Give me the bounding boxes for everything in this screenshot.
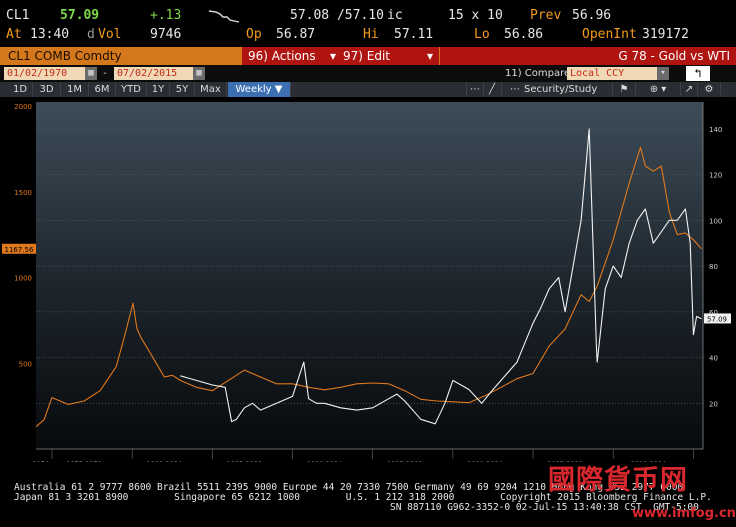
right-last-value-label: 57.09 xyxy=(707,315,727,323)
edit-menu-button[interactable]: 97) Edit ▾ xyxy=(337,47,439,65)
right-axis-tick-label: 100 xyxy=(709,217,722,225)
bid-ask: 57.08 /57.10 xyxy=(290,8,384,23)
range-1d[interactable]: 1D xyxy=(8,82,33,97)
quote-header-row-1: CL1 57.09 +.13 57.08 /57.10 ic 15 x 10 P… xyxy=(0,8,736,24)
edit-label: 97) Edit xyxy=(343,49,391,63)
calendar-icon[interactable]: ▦ xyxy=(193,67,205,80)
dropdown-arrow-icon: ▾ xyxy=(329,49,336,63)
right-axis-tick-label: 20 xyxy=(709,400,718,408)
gold-vs-wti-chart: 2040608010012014050010001500200019741975… xyxy=(0,97,736,468)
watermark-url: www.imfog.cn xyxy=(632,506,736,521)
low-price: 56.86 xyxy=(504,27,544,42)
d-label: d xyxy=(87,27,95,42)
left-axis-tick-label: 500 xyxy=(19,360,32,368)
left-axis-tick-label: 2000 xyxy=(14,103,32,111)
high-price: 57.11 xyxy=(394,27,434,42)
range-3d[interactable]: 3D xyxy=(33,82,61,97)
sparkline-icon xyxy=(208,9,240,28)
low-label: Lo xyxy=(474,27,490,42)
x-axis-tick-label: 2000-2004 xyxy=(467,460,502,462)
currency-select[interactable]: Local CCY xyxy=(567,67,659,80)
period-label: Weekly xyxy=(235,84,272,95)
actions-label: 96) Actions xyxy=(248,49,316,63)
high-label: Hi xyxy=(363,27,379,42)
right-axis-tick-label: 120 xyxy=(709,172,722,180)
calendar-icon[interactable]: ▦ xyxy=(85,67,97,80)
security-name[interactable]: CL1 COMB Comdty xyxy=(8,47,122,65)
quote-time: 13:40 xyxy=(30,27,70,42)
draw-tool-icon[interactable]: ↗ xyxy=(681,82,698,97)
left-axis-tick-label: 1500 xyxy=(14,189,32,197)
right-axis-tick-label: 140 xyxy=(709,126,722,134)
actions-menu-button[interactable]: 96) Actions ▾ xyxy=(242,47,342,65)
chart-title-bar: G 78 - Gold vs WTI xyxy=(440,47,736,65)
compare-button[interactable]: 11) Compare xyxy=(505,67,570,80)
price-change: +.13 xyxy=(150,8,182,23)
chart-area[interactable]: 2040608010012014050010001500200019741975… xyxy=(0,97,736,468)
left-axis-tick-label: 1000 xyxy=(14,275,32,283)
x-axis-tick-label: 1975-1979 xyxy=(66,460,101,462)
open-interest-label: OpenInt xyxy=(582,27,637,42)
dotted-line-icon[interactable]: ⋯ xyxy=(466,82,484,97)
back-arrow-icon[interactable]: ↰ xyxy=(686,66,710,81)
start-date-field[interactable]: 01/02/1970 xyxy=(4,67,86,80)
range-max[interactable]: Max xyxy=(195,82,227,97)
prev-close: 56.96 xyxy=(572,8,612,23)
vol-label: Vol xyxy=(98,27,122,42)
ticker-symbol[interactable]: CL1 xyxy=(6,8,29,24)
left-last-value-label: 1167.56 xyxy=(5,246,34,254)
bid-ask-suffix: ic xyxy=(387,8,403,23)
security-study-label: Security/Study xyxy=(524,84,598,95)
last-price: 57.09 xyxy=(60,8,100,23)
range-5y[interactable]: 5Y xyxy=(170,82,195,97)
watermark-logo: 國際貨币网 xyxy=(548,465,688,496)
chart-title: G 78 - Gold vs WTI xyxy=(618,49,730,63)
range-ytd[interactable]: YTD xyxy=(116,82,147,97)
dropdown-arrow-icon: ▼ xyxy=(274,84,283,95)
x-axis-tick-label: 1985-1989 xyxy=(227,460,262,462)
quote-header-row-2: At 13:40 d Vol 9746 Op 56.87 Hi 57.11 Lo… xyxy=(0,27,736,43)
at-label: At xyxy=(6,27,22,42)
x-axis-tick-label: 1990-1994 xyxy=(307,460,342,462)
bid-ask-size: 15 x 10 xyxy=(448,8,503,23)
open-label: Op xyxy=(246,27,262,42)
right-axis-tick-label: 40 xyxy=(709,355,718,363)
range-6m[interactable]: 6M xyxy=(89,82,116,97)
chevron-down-icon[interactable]: ▾ xyxy=(657,67,669,80)
prev-label: Prev xyxy=(530,8,562,23)
plot-background xyxy=(36,102,703,449)
right-axis-tick-label: 80 xyxy=(709,263,718,271)
range-1y[interactable]: 1Y xyxy=(147,82,170,97)
dropdown-arrow-icon: ▾ xyxy=(426,49,433,63)
line-tool-icon[interactable]: ╱ xyxy=(483,82,502,97)
x-axis-tick-label: 1995-1999 xyxy=(387,460,422,462)
period-select[interactable]: Weekly ▼ xyxy=(228,82,291,97)
open-interest: 319172 xyxy=(642,27,689,42)
x-axis-tick-label: 1974 xyxy=(33,460,50,462)
end-date-field[interactable]: 07/02/2015 xyxy=(114,67,194,80)
security-study-button[interactable]: ⋯ Security/Study xyxy=(502,82,613,97)
gear-icon[interactable]: ⚙ xyxy=(698,82,721,97)
zoom-tool-icon[interactable]: ⊕ ▾ xyxy=(636,82,681,97)
range-1m[interactable]: 1M xyxy=(61,82,89,97)
volume: 9746 xyxy=(150,27,182,42)
open-price: 56.87 xyxy=(276,27,316,42)
x-axis-tick-label: 1980-1984 xyxy=(147,460,182,462)
flag-icon[interactable]: ⚑ xyxy=(613,82,636,97)
dotted-line-icon: ⋯ xyxy=(510,84,520,95)
date-separator: - xyxy=(102,68,109,79)
